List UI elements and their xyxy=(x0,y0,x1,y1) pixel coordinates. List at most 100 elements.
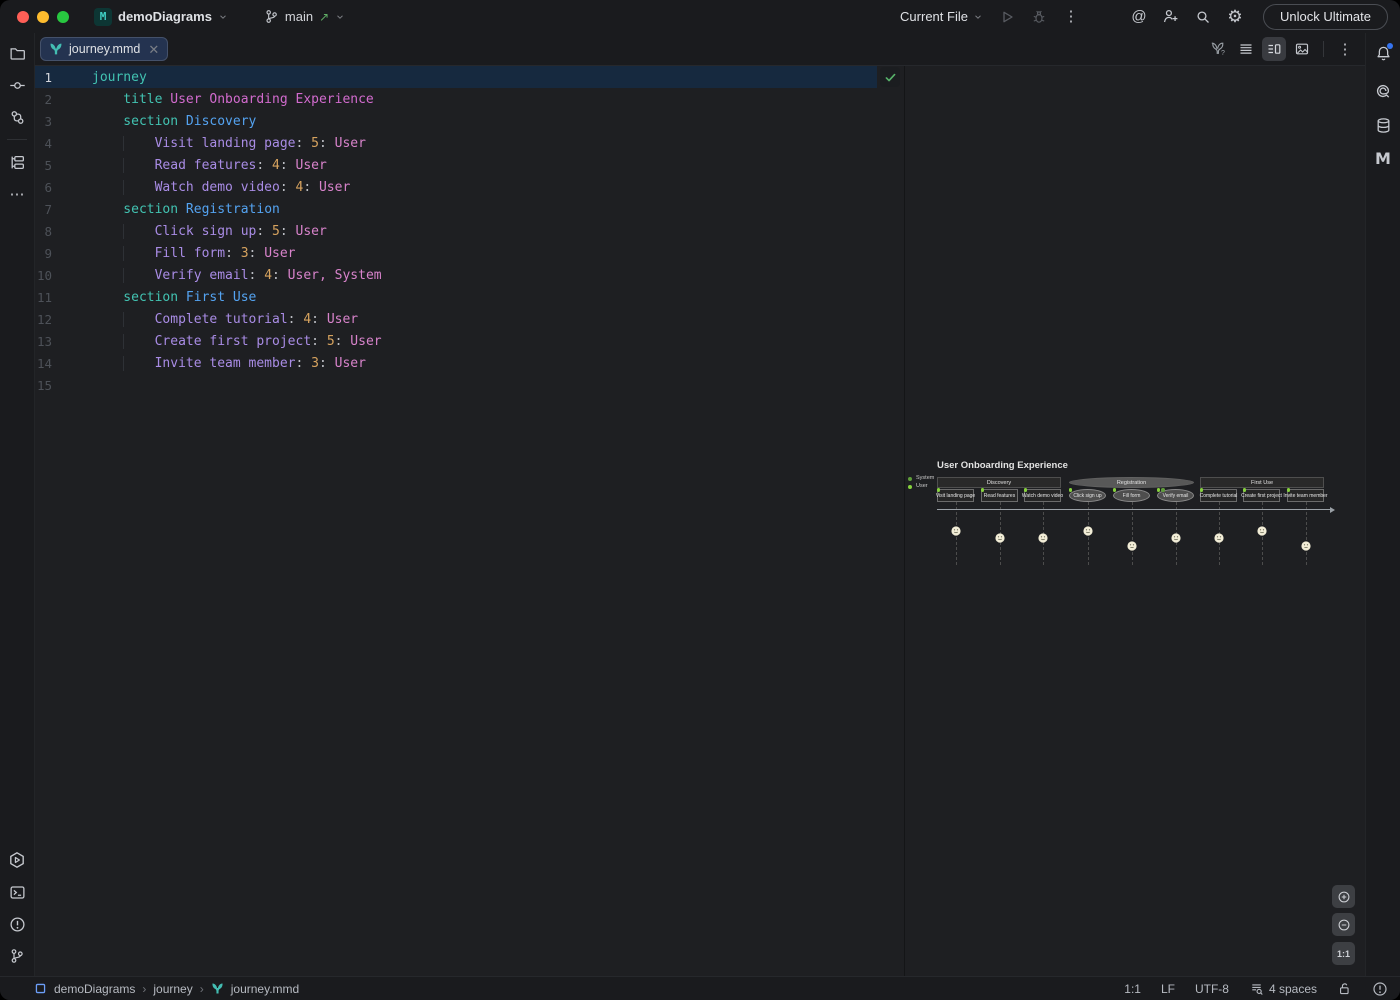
code-line-8[interactable]: 8Click sign up: 5: User xyxy=(35,220,904,242)
mermaid-m-icon: M xyxy=(1375,151,1391,167)
inspections-ok-icon[interactable] xyxy=(880,67,900,87)
zoom-reset-button[interactable]: 1:1 xyxy=(1332,942,1355,965)
code-line-6[interactable]: 6Watch demo video: 4: User xyxy=(35,176,904,198)
notifications-status-button[interactable] xyxy=(1372,981,1388,997)
line-separator-widget[interactable]: LF xyxy=(1161,982,1175,996)
project-tool-button[interactable] xyxy=(3,39,31,67)
statusbar-widgets: 1:1 LF UTF-8 4 spaces xyxy=(1124,981,1388,997)
readonly-toggle[interactable] xyxy=(1337,981,1352,996)
breadcrumb-project[interactable]: demoDiagrams xyxy=(54,982,135,996)
actor-dot-user xyxy=(937,488,941,492)
notifications-button[interactable] xyxy=(1369,39,1397,67)
run-button[interactable] xyxy=(993,4,1021,30)
legend-dot-user xyxy=(908,485,912,489)
zoom-out-button[interactable] xyxy=(1332,913,1355,936)
run-configuration-select[interactable]: Current File xyxy=(894,9,989,24)
tab-journey-mmd[interactable]: journey.mmd ✕ xyxy=(40,37,168,61)
terminal-tool-button[interactable] xyxy=(3,878,31,906)
git-tool-button[interactable] xyxy=(3,103,31,131)
git-branch-icon xyxy=(9,948,25,964)
actor-dot-user xyxy=(1243,488,1247,492)
breadcrumb-folder[interactable]: journey xyxy=(153,982,192,996)
search-everywhere-button[interactable] xyxy=(1189,4,1217,30)
code-line-4[interactable]: 4Visit landing page: 5: User xyxy=(35,132,904,154)
services-tool-button[interactable] xyxy=(3,846,31,874)
editor-tab-bar: journey.mmd ✕ ? xyxy=(35,33,1365,66)
score-face xyxy=(995,533,1005,543)
mermaid-panel-button[interactable]: M xyxy=(1369,145,1397,173)
terminal-icon xyxy=(9,884,26,901)
code-line-7[interactable]: 7section Registration xyxy=(35,198,904,220)
cursor-position-widget[interactable]: 1:1 xyxy=(1124,982,1141,996)
close-window-button[interactable] xyxy=(17,11,29,23)
debug-button[interactable] xyxy=(1025,4,1053,30)
line-number: 11 xyxy=(35,290,89,305)
tab-close-icon[interactable]: ✕ xyxy=(148,43,159,56)
vcs-log-tool-button[interactable] xyxy=(3,942,31,970)
status-bar: demoDiagrams › journey › journey.mmd 1:1… xyxy=(0,976,1400,1000)
notification-badge xyxy=(1387,43,1393,49)
unlock-ultimate-button[interactable]: Unlock Ultimate xyxy=(1263,4,1388,30)
code-line-11[interactable]: 11section First Use xyxy=(35,286,904,308)
ai-assistant-button[interactable]: @ xyxy=(1125,4,1153,30)
ai-chat-icon xyxy=(1374,82,1392,100)
indent-guide xyxy=(123,246,124,261)
code-line-15[interactable]: 15 xyxy=(35,374,904,396)
breadcrumb-file[interactable]: journey.mmd xyxy=(231,982,299,996)
commit-tool-button[interactable] xyxy=(3,71,31,99)
legend-label: User xyxy=(916,483,928,489)
score-face xyxy=(1038,533,1048,543)
code-text: Complete tutorial: 4: User xyxy=(89,312,904,327)
indent-widget[interactable]: 4 spaces xyxy=(1249,981,1317,996)
code-line-3[interactable]: 3section Discovery xyxy=(35,110,904,132)
code-text: section Discovery xyxy=(89,114,904,129)
code-with-me-button[interactable] xyxy=(1157,4,1185,30)
code-line-10[interactable]: 10Verify email: 4: User, System xyxy=(35,264,904,286)
code-line-12[interactable]: 12Complete tutorial: 4: User xyxy=(35,308,904,330)
chevron-right-icon: › xyxy=(142,982,146,996)
database-tool-button[interactable] xyxy=(1369,111,1397,139)
maximize-window-button[interactable] xyxy=(57,11,69,23)
diagram-preview-panel[interactable]: User Onboarding Experience SystemUserDis… xyxy=(905,66,1365,976)
line-number: 8 xyxy=(35,224,89,239)
inspect-code-icon xyxy=(1249,981,1264,996)
code-text: Verify email: 4: User, System xyxy=(89,268,904,283)
journey-task: Verify email xyxy=(1157,489,1194,502)
minimize-window-button[interactable] xyxy=(37,11,49,23)
actor-dot-system xyxy=(1161,488,1165,492)
structure-tool-button[interactable] xyxy=(3,148,31,176)
more-tool-windows-button[interactable]: ⋯ xyxy=(3,180,31,208)
diagram-title: User Onboarding Experience xyxy=(937,460,1068,471)
code-line-14[interactable]: 14Invite team member: 3: User xyxy=(35,352,904,374)
code-line-13[interactable]: 13Create first project: 5: User xyxy=(35,330,904,352)
chevron-down-icon xyxy=(218,12,228,22)
editor-more-options-button[interactable]: ⋮ xyxy=(1333,37,1357,61)
split-view-button[interactable] xyxy=(1262,37,1286,61)
code-editor[interactable]: 1journey2title User Onboarding Experienc… xyxy=(35,66,904,976)
project-icon: M xyxy=(94,8,112,26)
score-face xyxy=(1083,526,1093,536)
editor-only-view-button[interactable] xyxy=(1234,37,1258,61)
structure-icon xyxy=(9,154,26,171)
preview-only-view-button[interactable] xyxy=(1290,37,1314,61)
settings-button[interactable]: ⚙ xyxy=(1221,4,1249,30)
problems-tool-button[interactable] xyxy=(3,910,31,938)
play-icon xyxy=(999,9,1015,25)
svg-text:?: ? xyxy=(1221,50,1225,57)
project-widget[interactable]: M demoDiagrams xyxy=(87,5,235,29)
timeline-arrowhead xyxy=(1330,507,1335,513)
code-line-9[interactable]: 9Fill form: 3: User xyxy=(35,242,904,264)
code-line-1[interactable]: 1journey xyxy=(35,66,904,88)
score-guide-line xyxy=(1132,502,1133,565)
code-line-5[interactable]: 5Read features: 4: User xyxy=(35,154,904,176)
left-tool-stripe: ⋯ xyxy=(0,33,35,976)
mermaid-settings-button[interactable]: ? xyxy=(1206,37,1230,61)
code-line-2[interactable]: 2title User Onboarding Experience xyxy=(35,88,904,110)
commit-icon xyxy=(9,77,26,94)
encoding-widget[interactable]: UTF-8 xyxy=(1195,982,1229,996)
more-run-options-button[interactable]: ⋮ xyxy=(1057,4,1085,30)
timeline-axis xyxy=(937,509,1330,510)
vcs-widget[interactable]: main ↗ xyxy=(257,6,352,27)
ai-assistant-tool-button[interactable] xyxy=(1369,77,1397,105)
zoom-in-button[interactable] xyxy=(1332,885,1355,908)
